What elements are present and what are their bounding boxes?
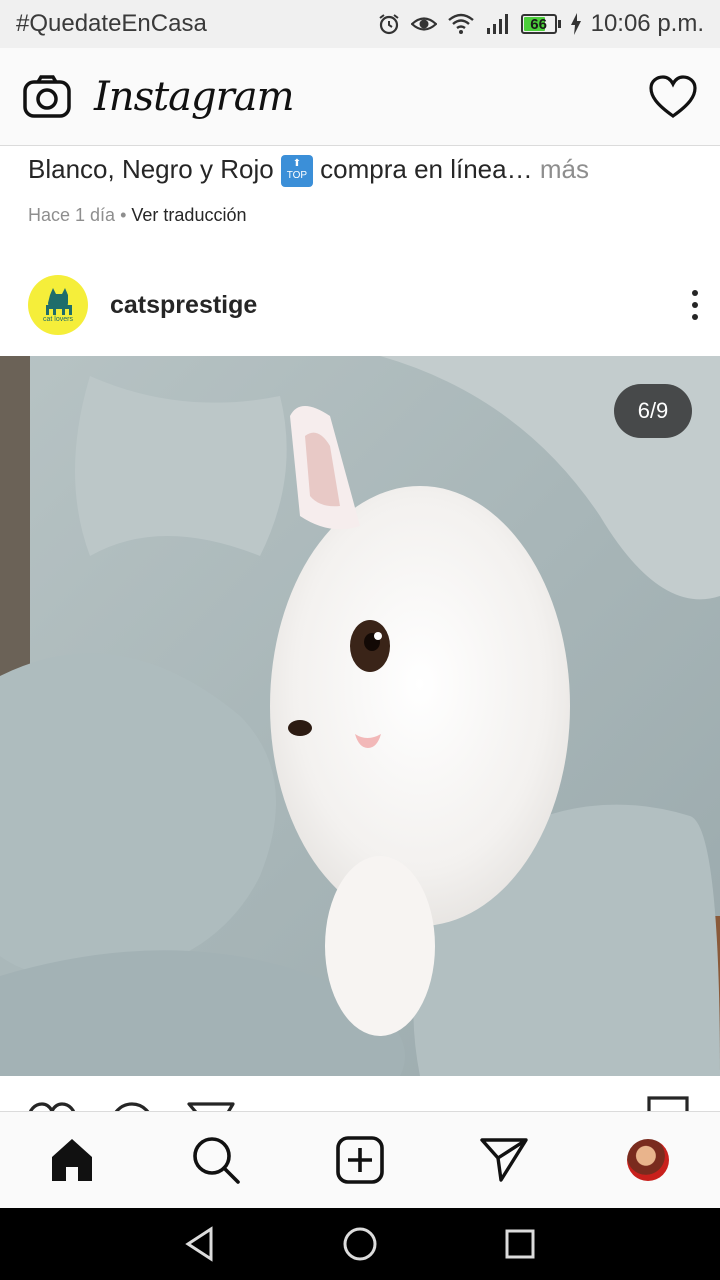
meta-separator: • (120, 205, 127, 225)
signal-icon (486, 14, 508, 34)
battery-level: 66 (530, 15, 547, 33)
post-meta: Hace 1 día • Ver traducción (28, 205, 246, 226)
status-icons: 66 10:06 p.m. (377, 10, 704, 38)
instagram-logo: Instagram (94, 73, 295, 120)
recents-icon[interactable] (503, 1227, 537, 1261)
post-actions (0, 1076, 720, 1112)
post-caption: Blanco, Negro y Rojo ⬆ TOP compra en líne… (28, 154, 589, 188)
app-header: Instagram (0, 48, 720, 146)
bottom-navigation (0, 1111, 720, 1208)
status-hashtag: #QuedateEnCasa (16, 10, 207, 37)
nav-profile[interactable] (618, 1130, 678, 1190)
activity-heart-icon[interactable] (648, 74, 698, 120)
image-counter: 6/9 (614, 384, 692, 438)
caption-text-continued: compra en línea (320, 154, 507, 184)
alarm-icon (378, 14, 399, 35)
caption-ellipsis: … (506, 154, 533, 184)
back-icon[interactable] (183, 1226, 217, 1262)
save-bookmark-icon[interactable] (645, 1096, 691, 1112)
status-time: 10:06 p.m. (590, 10, 704, 37)
charging-icon (570, 13, 581, 35)
system-navigation (0, 1208, 720, 1280)
nav-search[interactable] (186, 1130, 246, 1190)
cat-logo-icon (46, 288, 72, 315)
camera-icon[interactable] (22, 74, 72, 120)
kitten-photo (0, 356, 720, 1076)
new-post-icon (336, 1136, 384, 1184)
top-emoji-icon: ⬆ TOP (280, 155, 313, 188)
avatar-text: cat lovers (43, 316, 73, 323)
nav-home[interactable] (42, 1130, 102, 1190)
wifi-icon (447, 13, 474, 34)
post-username[interactable]: catsprestige (110, 291, 257, 320)
post-header: cat lovers catsprestige (0, 270, 720, 340)
like-heart-icon[interactable] (25, 1098, 79, 1112)
user-avatar[interactable]: cat lovers (28, 275, 88, 335)
more-options-icon[interactable] (692, 290, 698, 320)
battery-indicator: 66 (520, 14, 561, 34)
direct-icon (480, 1138, 528, 1182)
search-icon (193, 1137, 240, 1184)
nav-direct[interactable] (474, 1130, 534, 1190)
eye-icon (410, 17, 437, 31)
caption-text: Blanco, Negro y Rojo (28, 154, 274, 184)
post-image[interactable]: 6/9 (0, 356, 720, 1076)
home-icon (52, 1139, 92, 1181)
post-time: Hace 1 día (28, 205, 116, 225)
status-bar: #QuedateEnCasa 66 10:06 p.m. (0, 0, 720, 48)
home-button-icon[interactable] (342, 1226, 378, 1262)
nav-new-post[interactable] (330, 1130, 390, 1190)
comment-icon[interactable] (108, 1098, 158, 1112)
profile-avatar (627, 1139, 669, 1181)
translate-link[interactable]: Ver traducción (131, 205, 246, 225)
more-link[interactable]: más (540, 154, 589, 184)
